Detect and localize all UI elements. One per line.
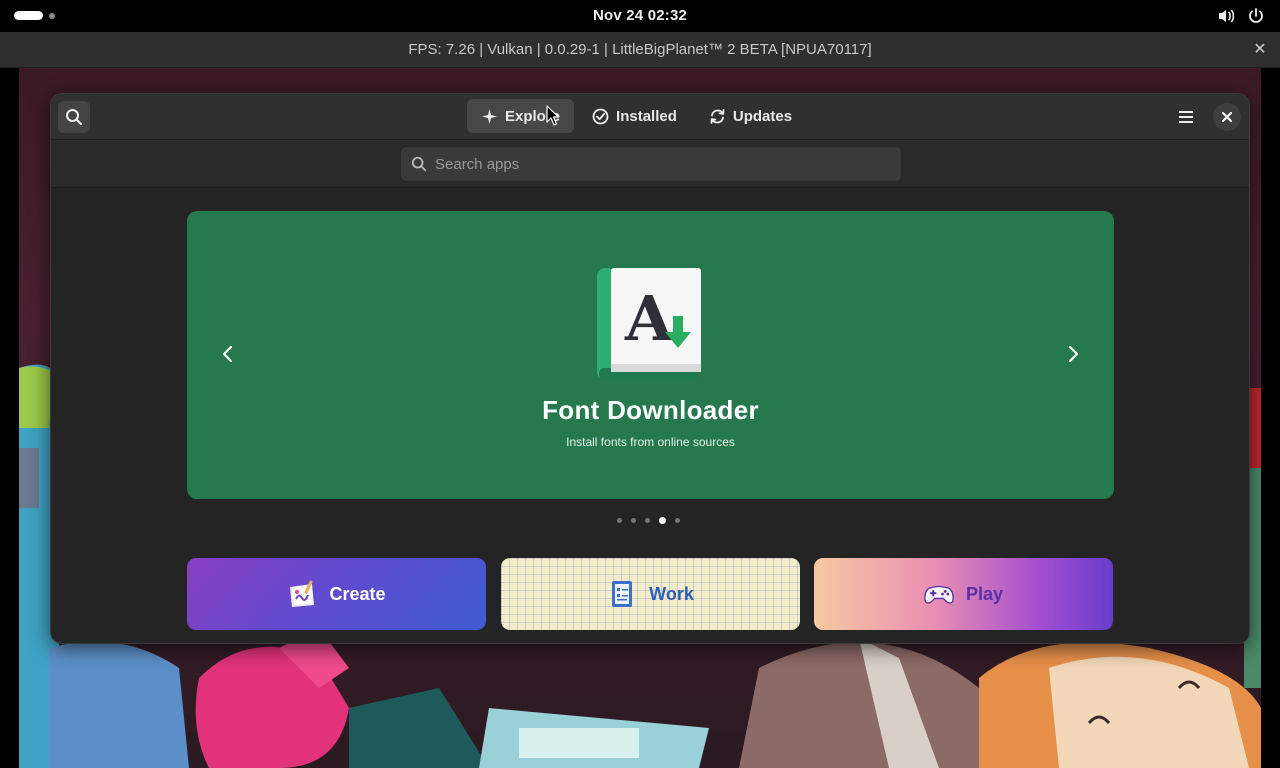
category-label: Play bbox=[965, 583, 1004, 604]
clock[interactable]: Nov 24 02:32 bbox=[593, 7, 687, 24]
carousel-previous-button[interactable] bbox=[213, 339, 243, 369]
featured-app-summary: Install fonts from online sources bbox=[566, 435, 735, 449]
featured-app-title: Font Downloader bbox=[542, 395, 759, 425]
close-icon bbox=[1222, 112, 1232, 122]
carousel-dot[interactable] bbox=[631, 518, 636, 523]
category-work-button[interactable]: Work bbox=[501, 558, 800, 630]
power-icon bbox=[1249, 8, 1263, 23]
tab-label: Installed bbox=[616, 107, 677, 125]
search-bar bbox=[51, 140, 1249, 188]
search-field[interactable] bbox=[401, 147, 901, 181]
search-icon bbox=[66, 109, 82, 125]
category-play-button[interactable]: Play bbox=[814, 558, 1113, 630]
header-bar: Explore Installed Updates bbox=[51, 94, 1249, 140]
search-input[interactable] bbox=[435, 155, 875, 173]
game-window-title: FPS: 7.26 | Vulkan | 0.0.29-1 | LittleBi… bbox=[408, 41, 872, 58]
carousel-dot[interactable] bbox=[617, 518, 622, 523]
main-menu-button[interactable] bbox=[1170, 101, 1202, 133]
featured-carousel-banner[interactable]: A Font Downloader Install fonts from onl… bbox=[187, 211, 1114, 499]
view-switcher: Explore Installed Updates bbox=[467, 99, 806, 133]
game-window-close-button[interactable]: ✕ bbox=[1250, 40, 1270, 60]
hamburger-menu-icon bbox=[1179, 111, 1193, 123]
check-circle-icon bbox=[592, 108, 609, 124]
game-window-titlebar: FPS: 7.26 | Vulkan | 0.0.29-1 | LittleBi… bbox=[0, 32, 1280, 68]
font-downloader-icon: A bbox=[597, 268, 701, 380]
chevron-left-icon bbox=[222, 345, 233, 363]
category-label: Create bbox=[329, 583, 386, 604]
tab-installed[interactable]: Installed bbox=[578, 99, 691, 133]
sparkle-icon bbox=[482, 108, 497, 124]
search-icon bbox=[411, 156, 427, 172]
category-create-button[interactable]: Create bbox=[187, 558, 486, 630]
carousel-dot[interactable] bbox=[645, 518, 650, 523]
refresh-icon bbox=[710, 108, 725, 124]
carousel-dot-active[interactable] bbox=[659, 517, 666, 524]
category-label: Work bbox=[649, 583, 694, 604]
search-toggle-button[interactable] bbox=[58, 101, 90, 133]
carousel-indicator bbox=[617, 517, 680, 524]
mouse-cursor-icon bbox=[546, 105, 560, 126]
checklist-icon bbox=[612, 581, 633, 607]
volume-icon bbox=[1219, 9, 1235, 23]
window-close-button[interactable] bbox=[1213, 103, 1241, 131]
carousel-dot[interactable] bbox=[675, 518, 680, 523]
software-app-window: Explore Installed Updates Search apps A … bbox=[50, 93, 1250, 644]
carousel-next-button[interactable] bbox=[1058, 339, 1088, 369]
font-letter: A bbox=[624, 282, 674, 355]
palette-icon bbox=[290, 580, 315, 607]
gnome-top-bar: Nov 24 02:32 bbox=[0, 0, 1280, 32]
system-tray[interactable] bbox=[1216, 6, 1266, 26]
tab-updates[interactable]: Updates bbox=[695, 99, 806, 133]
gamepad-icon bbox=[924, 585, 954, 604]
chevron-right-icon bbox=[1068, 345, 1079, 363]
tab-label: Updates bbox=[732, 107, 793, 125]
